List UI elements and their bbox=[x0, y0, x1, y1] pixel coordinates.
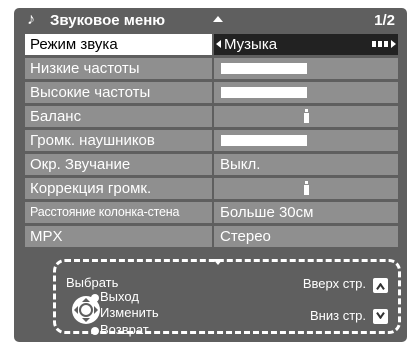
level-bar bbox=[221, 135, 307, 146]
arrow-right-icon[interactable] bbox=[391, 40, 396, 48]
screen: ♪ Звуковое меню 1/2 Режим звука Музыка Н… bbox=[0, 0, 416, 354]
menu-row-speaker-wall-distance[interactable]: Расстояние колонка-стена Больше 30см bbox=[25, 202, 398, 223]
row-label: Высокие частоты bbox=[25, 82, 212, 103]
row-label: Низкие частоты bbox=[25, 58, 212, 79]
menu-row-balance[interactable]: Баланс bbox=[25, 106, 398, 127]
row-label: Окр. Звучание bbox=[25, 154, 212, 175]
row-label: MPX bbox=[25, 226, 212, 247]
row-label: Режим звука bbox=[25, 34, 212, 55]
help-page-down-label: Вниз стр. bbox=[310, 308, 366, 323]
music-note-icon: ♪ bbox=[27, 11, 35, 28]
level-bar-fill bbox=[221, 135, 307, 146]
menu-row-loudness[interactable]: Коррекция громк. bbox=[25, 178, 398, 199]
help-change-label: Изменить bbox=[100, 305, 159, 320]
help-page-up-label: Вверх стр. bbox=[302, 276, 366, 291]
back-button-icon bbox=[91, 327, 99, 335]
mode-indicator-icon bbox=[372, 41, 388, 47]
bass-slider[interactable] bbox=[214, 58, 398, 79]
help-back-label: Возврат bbox=[100, 322, 149, 337]
level-bar bbox=[221, 87, 307, 98]
menu-row-surround[interactable]: Окр. Звучание Выкл. bbox=[25, 154, 398, 175]
menu-title: Звуковое меню bbox=[50, 12, 166, 29]
help-exit-label: Выход bbox=[100, 289, 139, 304]
level-bar-fill bbox=[221, 87, 307, 98]
scroll-up-icon bbox=[213, 16, 223, 22]
menu-row-bass[interactable]: Низкие частоты bbox=[25, 58, 398, 79]
loudness-marker-icon bbox=[304, 181, 309, 195]
headphone-volume-slider[interactable] bbox=[214, 130, 398, 151]
menu-row-treble[interactable]: Высокие частоты bbox=[25, 82, 398, 103]
arrow-left-icon[interactable] bbox=[216, 40, 221, 48]
loudness-slider[interactable] bbox=[214, 178, 398, 199]
level-bar-fill bbox=[221, 63, 307, 74]
page-indicator: 1/2 bbox=[374, 12, 395, 29]
row-label: Баланс bbox=[25, 106, 212, 127]
surround-value[interactable]: Выкл. bbox=[214, 154, 398, 175]
sound-menu-panel: ♪ Звуковое меню 1/2 Режим звука Музыка Н… bbox=[14, 8, 407, 342]
balance-slider[interactable] bbox=[214, 106, 398, 127]
row-label: Расстояние колонка-стена bbox=[25, 202, 212, 223]
menu-row-mpx[interactable]: MPX Стерео bbox=[25, 226, 398, 247]
balance-marker-icon bbox=[304, 109, 309, 123]
help-select-label: Выбрать bbox=[66, 275, 119, 290]
mpx-value[interactable]: Стерео bbox=[214, 226, 398, 247]
treble-slider[interactable] bbox=[214, 82, 398, 103]
chevron-down-icon[interactable] bbox=[373, 309, 388, 324]
row-value: Музыка bbox=[224, 36, 278, 53]
menu-header: ♪ Звуковое меню 1/2 bbox=[14, 8, 407, 32]
sound-mode-selector[interactable]: Музыка bbox=[214, 34, 398, 55]
help-panel: Выбрать Выход Изменить Возврат Вверх стр… bbox=[53, 259, 401, 337]
row-label: Громк. наушников bbox=[25, 130, 212, 151]
exit-button-icon bbox=[91, 294, 99, 302]
level-bar bbox=[221, 63, 307, 74]
chevron-up-icon[interactable] bbox=[373, 278, 388, 293]
menu-row-sound-mode[interactable]: Режим звука Музыка bbox=[25, 34, 398, 55]
menu-row-headphone-volume[interactable]: Громк. наушников bbox=[25, 130, 398, 151]
row-label: Коррекция громк. bbox=[25, 178, 212, 199]
speaker-distance-value[interactable]: Больше 30см bbox=[214, 202, 398, 223]
